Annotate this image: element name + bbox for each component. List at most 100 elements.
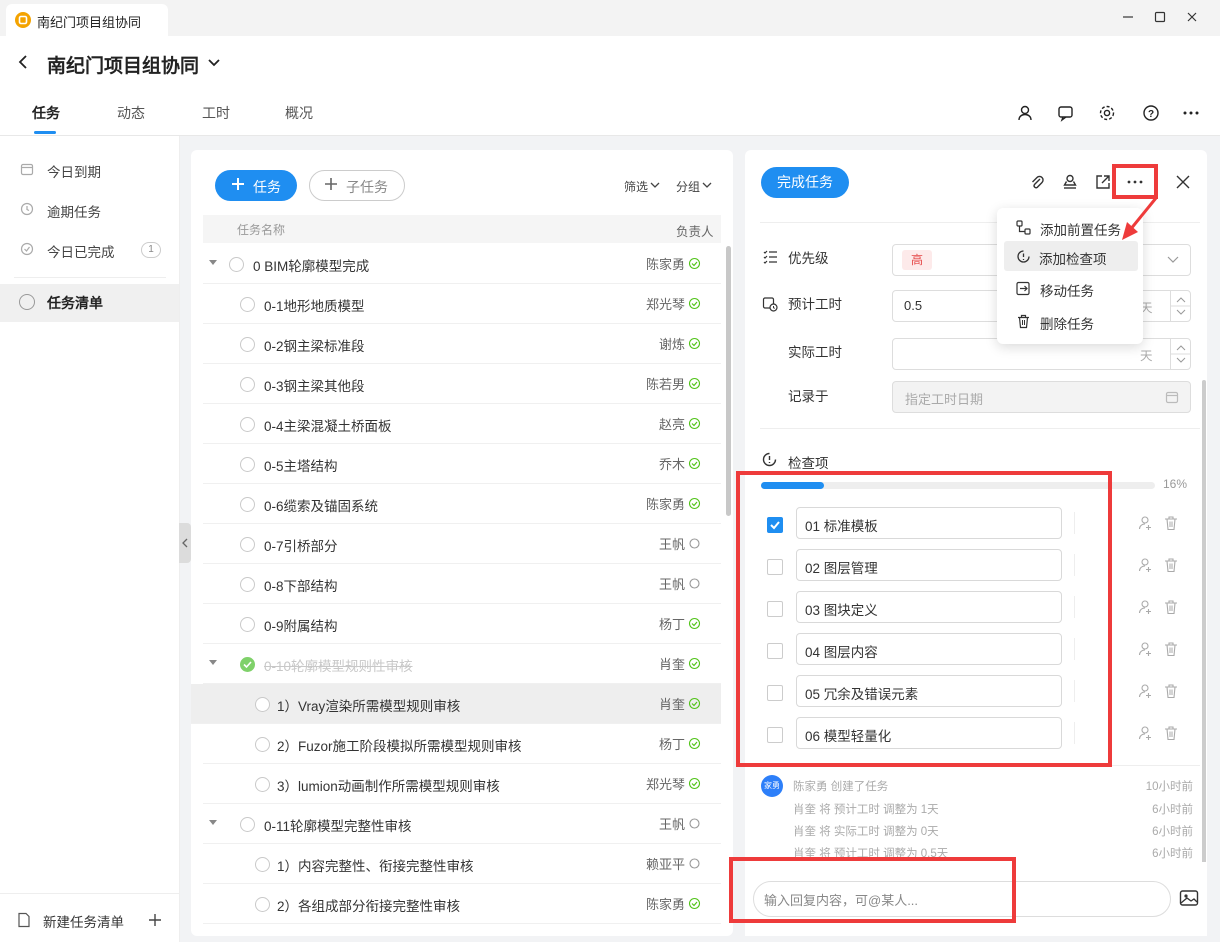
plus-icon[interactable] <box>148 913 162 927</box>
new-list-button[interactable]: 新建任务清单 <box>43 911 124 931</box>
task-checkbox[interactable] <box>255 777 270 792</box>
trash-icon[interactable] <box>1163 599 1179 615</box>
table-row[interactable]: 2）Fuzor施工阶段模拟所需模型规则审核 杨丁 <box>203 724 721 764</box>
trash-icon[interactable] <box>1163 641 1179 657</box>
group-dropdown[interactable]: 分组 <box>676 178 700 195</box>
expand-toggle-icon[interactable] <box>209 820 217 825</box>
task-checkbox[interactable] <box>240 297 255 312</box>
assign-user-icon[interactable] <box>1138 683 1154 699</box>
maximize-icon[interactable] <box>1153 10 1167 24</box>
priority-icon <box>762 249 778 265</box>
table-row[interactable]: 0-2钢主梁标准段 谢炼 <box>203 324 721 364</box>
trash-icon[interactable] <box>1163 557 1179 573</box>
attachment-icon[interactable] <box>1028 174 1046 192</box>
filter-dropdown[interactable]: 筛选 <box>624 178 648 195</box>
table-row[interactable]: 0-11轮廓模型完整性审核 王帆 <box>203 804 721 844</box>
trash-icon[interactable] <box>1163 725 1179 741</box>
table-row[interactable]: 0-10轮廓模型规则性审核 肖奎 <box>203 644 721 684</box>
task-checkbox[interactable] <box>255 737 270 752</box>
table-row[interactable]: 2）各组成部分衔接完整性审核 陈家勇 <box>203 884 721 924</box>
minimize-icon[interactable] <box>1121 10 1135 24</box>
close-window-icon[interactable] <box>1185 10 1199 24</box>
sidebar-item-overdue[interactable]: 逾期任务 <box>47 201 101 221</box>
collapse-handle[interactable] <box>179 523 191 563</box>
close-icon[interactable] <box>1175 174 1191 190</box>
actual-stepper[interactable] <box>1170 339 1191 369</box>
task-checkbox[interactable] <box>240 537 255 552</box>
expand-toggle-icon[interactable] <box>209 260 217 265</box>
table-row[interactable]: 0-6缆索及锚固系统 陈家勇 <box>203 484 721 524</box>
trash-icon[interactable] <box>1163 515 1179 531</box>
task-owner: 杨丁 <box>658 617 685 632</box>
open-external-icon[interactable] <box>1094 173 1112 191</box>
task-checkbox[interactable] <box>240 337 255 352</box>
menu-move-task[interactable]: 移动任务 <box>1004 273 1138 303</box>
sidebar-item-due-today[interactable]: 今日到期 <box>47 161 101 181</box>
table-row[interactable]: 1）Vray渲染所需模型规则审核 肖奎 <box>191 684 721 724</box>
title-bar <box>0 0 1220 36</box>
tab-hours[interactable]: 工时 <box>202 103 230 123</box>
menu-add-checklist[interactable]: 添加检查项 <box>1004 241 1138 271</box>
task-checkbox[interactable] <box>240 497 255 512</box>
task-scrollbar[interactable] <box>726 246 731 516</box>
menu-delete-task[interactable]: 删除任务 <box>1004 306 1138 336</box>
complete-task-button[interactable]: 完成任务 <box>761 167 849 198</box>
sidebar-item-done-today[interactable]: 今日已完成 <box>47 241 115 261</box>
members-icon[interactable] <box>1017 104 1035 122</box>
task-checkbox[interactable] <box>240 617 255 632</box>
chevron-down-icon[interactable] <box>206 56 222 70</box>
assign-user-icon[interactable] <box>1138 557 1154 573</box>
task-checkbox[interactable] <box>240 377 255 392</box>
activity-item: 肖奎 将 实际工时 调整为 0天 6小时前 <box>793 823 1193 839</box>
table-row[interactable]: 0-3钢主梁其他段 陈若男 <box>203 364 721 404</box>
task-name: 0-2钢主梁标准段 <box>264 339 365 354</box>
table-row[interactable]: 0 BIM轮廓模型完成 陈家勇 <box>203 244 721 284</box>
page-title[interactable]: 南纪门项目组协同 <box>47 51 199 78</box>
tab-overview[interactable]: 概况 <box>285 103 313 123</box>
estimate-stepper[interactable] <box>1170 291 1191 321</box>
help-icon[interactable]: ? <box>1142 104 1160 122</box>
annotation-arrow <box>1118 194 1166 244</box>
table-row[interactable]: 0-9附属结构 杨丁 <box>203 604 721 644</box>
image-icon[interactable] <box>1179 889 1199 907</box>
activity-item: 陈家勇 创建了任务 10小时前 <box>793 778 1193 794</box>
task-checkbox[interactable] <box>240 457 255 472</box>
tab-activity[interactable]: 动态 <box>117 103 145 123</box>
assign-user-icon[interactable] <box>1138 725 1154 741</box>
task-checkbox[interactable] <box>255 697 270 712</box>
sidebar-item-label: 任务清单 <box>47 295 103 311</box>
table-row[interactable]: 0-1地形地质模型 郑光琴 <box>203 284 721 324</box>
assign-user-icon[interactable] <box>1138 599 1154 615</box>
chat-icon[interactable] <box>1057 104 1075 122</box>
table-row[interactable]: 0-5主塔结构 乔木 <box>203 444 721 484</box>
table-row[interactable]: 0-7引桥部分 王帆 <box>203 524 721 564</box>
task-checkbox[interactable] <box>240 577 255 592</box>
assign-user-icon[interactable] <box>1138 515 1154 531</box>
expand-toggle-icon[interactable] <box>209 660 217 665</box>
more-icon[interactable] <box>1182 104 1200 122</box>
record-date-placeholder: 指定工时日期 <box>905 392 984 407</box>
task-name: 0-8下部结构 <box>264 579 338 594</box>
assign-icon[interactable] <box>1061 173 1079 191</box>
done-check-icon[interactable] <box>240 657 255 672</box>
task-checkbox[interactable] <box>229 257 244 272</box>
task-checkbox[interactable] <box>255 857 270 872</box>
task-checkbox[interactable] <box>255 897 270 912</box>
task-checkbox[interactable] <box>240 417 255 432</box>
activity-user: 肖奎 <box>793 826 816 838</box>
task-checkbox[interactable] <box>240 817 255 832</box>
trash-icon[interactable] <box>1163 683 1179 699</box>
task-name: 2）各组成部分衔接完整性审核 <box>277 899 461 914</box>
assign-user-icon[interactable] <box>1138 641 1154 657</box>
table-row[interactable]: 3）lumion动画制作所需模型规则审核 郑光琴 <box>203 764 721 804</box>
checklist-icon <box>761 451 778 468</box>
task-name: 0-7引桥部分 <box>264 539 338 554</box>
table-row[interactable]: 0-4主梁混凝土桥面板 赵亮 <box>203 404 721 444</box>
task-owner: 陈家勇 <box>645 897 685 912</box>
detail-scrollbar[interactable] <box>1202 380 1206 870</box>
table-row[interactable]: 0-8下部结构 王帆 <box>203 564 721 604</box>
back-icon[interactable] <box>16 54 30 70</box>
settings-icon[interactable] <box>1098 104 1116 122</box>
table-row[interactable]: 1）内容完整性、衔接完整性审核 赖亚平 <box>203 844 721 884</box>
tab-tasks[interactable]: 任务 <box>32 103 60 123</box>
